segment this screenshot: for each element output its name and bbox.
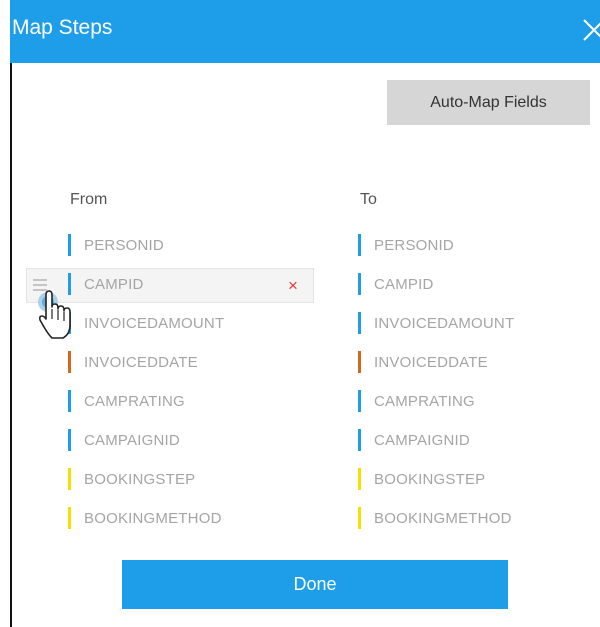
to-field-item[interactable]: CAMPID [358, 269, 434, 299]
field-type-indicator [358, 468, 361, 490]
hand-cursor-icon [38, 289, 78, 341]
field-label: BOOKINGMETHOD [374, 509, 512, 527]
remove-mapping-icon[interactable]: × [288, 274, 302, 298]
field-label: INVOICEDDATE [84, 353, 198, 371]
field-type-indicator [358, 312, 361, 334]
to-field-item[interactable]: CAMPRATING [358, 386, 475, 416]
field-label: CAMPRATING [84, 392, 185, 410]
field-type-indicator [358, 390, 361, 412]
dialog-title: Map Steps [12, 16, 113, 39]
to-field-item[interactable]: CAMPAIGNID [358, 425, 470, 455]
to-column-header: To [360, 191, 377, 208]
field-label: INVOICEDAMOUNT [84, 314, 225, 332]
field-label: CAMPID [84, 275, 144, 293]
to-field-item[interactable]: BOOKINGSTEP [358, 464, 485, 494]
map-steps-dialog: Map Steps Auto-Map Fields From To × PERS… [10, 0, 600, 627]
to-field-item[interactable]: INVOICEDAMOUNT [358, 308, 514, 338]
to-field-item[interactable]: INVOICEDDATE [358, 347, 488, 377]
to-field-item[interactable]: PERSONID [358, 230, 454, 260]
field-type-indicator [358, 234, 361, 256]
to-field-item[interactable]: BOOKINGMETHOD [358, 503, 512, 533]
field-label: INVOICEDDATE [374, 353, 488, 371]
done-button[interactable]: Done [122, 560, 508, 609]
field-label: BOOKINGSTEP [84, 470, 196, 488]
field-label: INVOICEDAMOUNT [374, 314, 515, 332]
field-label: CAMPRATING [374, 392, 475, 410]
close-icon[interactable] [578, 14, 600, 44]
field-type-indicator [358, 273, 361, 295]
from-field-item[interactable]: CAMPRATING [68, 386, 185, 416]
from-field-item[interactable]: INVOICEDDATE [68, 347, 198, 377]
field-type-indicator [68, 468, 71, 490]
field-type-indicator [358, 351, 361, 373]
from-column-header: From [70, 191, 108, 208]
field-label: CAMPID [374, 275, 434, 293]
field-label: PERSONID [374, 236, 454, 254]
field-type-indicator [68, 351, 71, 373]
field-type-indicator [68, 390, 71, 412]
field-label: CAMPAIGNID [374, 431, 470, 449]
field-type-indicator [358, 429, 361, 451]
field-label: BOOKINGSTEP [374, 470, 486, 488]
field-label: CAMPAIGNID [84, 431, 180, 449]
from-field-item[interactable]: PERSONID [68, 230, 164, 260]
from-field-item[interactable]: CAMPID [68, 269, 144, 299]
from-field-item[interactable]: BOOKINGSTEP [68, 464, 195, 494]
from-field-item[interactable]: INVOICEDAMOUNT [68, 308, 224, 338]
field-type-indicator [358, 507, 361, 529]
auto-map-fields-button[interactable]: Auto-Map Fields [387, 80, 590, 125]
dialog-titlebar: Map Steps [10, 0, 600, 63]
from-field-item[interactable]: CAMPAIGNID [68, 425, 180, 455]
field-label: PERSONID [84, 236, 164, 254]
field-type-indicator [68, 234, 71, 256]
field-type-indicator [68, 507, 71, 529]
from-field-item[interactable]: BOOKINGMETHOD [68, 503, 222, 533]
field-label: BOOKINGMETHOD [84, 509, 222, 527]
field-type-indicator [68, 429, 71, 451]
